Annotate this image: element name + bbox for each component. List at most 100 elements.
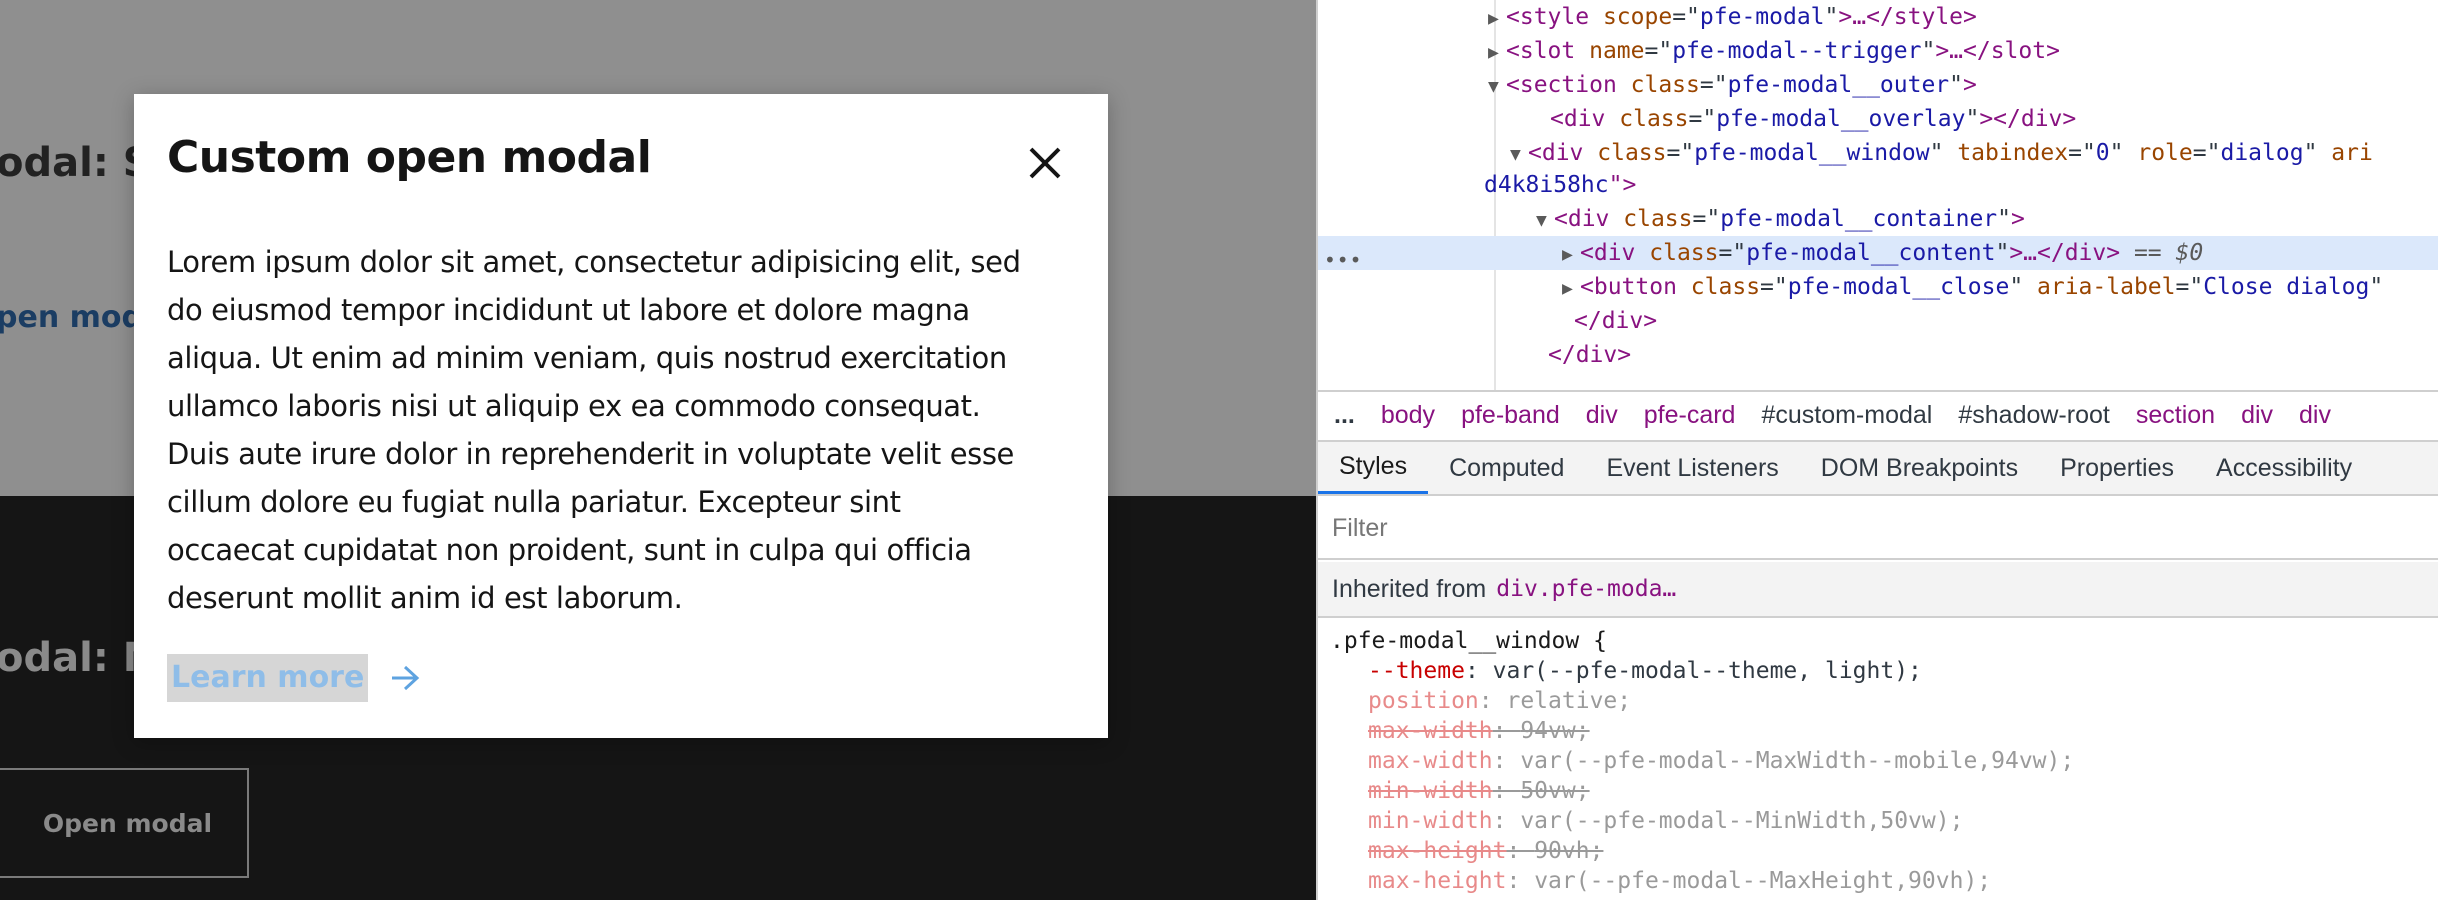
tab-event-listeners[interactable]: Event Listeners bbox=[1585, 442, 1799, 494]
tag-name: d4k8i58hc bbox=[1484, 172, 1609, 198]
css-declaration[interactable]: max-width: var(--pfe-modal--MaxWidth--mo… bbox=[1368, 746, 2074, 776]
open-modal-button[interactable]: Open modal bbox=[0, 768, 249, 878]
arrow-right-icon bbox=[392, 665, 420, 691]
attr-eq: =" bbox=[1666, 140, 1695, 166]
styles-panel-tabs: Styles Computed Event Listeners DOM Breakpo… bbox=[1318, 440, 2438, 496]
property-value[interactable]: 50vw; bbox=[1520, 778, 1589, 804]
property-name[interactable]: max-width bbox=[1368, 718, 1493, 744]
tree-node[interactable]: d4k8i58hc"> bbox=[1318, 168, 2438, 202]
devtools-panel: ▶ <style scope="pfe-modal">…</style> ▶ <slo… bbox=[1316, 0, 2438, 900]
property-name[interactable]: min-width bbox=[1368, 778, 1493, 804]
breadcrumb-item[interactable]: div bbox=[2228, 401, 2286, 430]
breadcrumb-item[interactable]: div bbox=[1573, 401, 1631, 430]
property-value[interactable]: var(--pfe-modal--theme, light); bbox=[1493, 658, 1922, 684]
property-name[interactable]: min-width bbox=[1368, 808, 1493, 834]
tree-node[interactable]: ▼ <section class="pfe-modal__outer"> bbox=[1318, 68, 2438, 102]
attr-eq: =" bbox=[1672, 4, 1700, 30]
tag-close: ></div> bbox=[1979, 106, 2077, 132]
tree-node[interactable]: ▶ <style scope="pfe-modal">…</style> bbox=[1318, 0, 2438, 34]
attr-quote: " bbox=[2009, 274, 2024, 300]
breadcrumb-item[interactable]: #custom-modal bbox=[1748, 401, 1945, 430]
tag-name: button bbox=[1593, 274, 1677, 300]
property-colon: : bbox=[1492, 748, 1521, 774]
tree-node[interactable]: ▼ <div class="pfe-modal__window" tabindex… bbox=[1318, 136, 2438, 170]
property-name[interactable]: max-height bbox=[1368, 838, 1506, 864]
tag-name: style bbox=[1519, 4, 1590, 30]
collapse-triangle-icon[interactable]: ▼ bbox=[1510, 138, 1528, 172]
expand-triangle-icon[interactable]: ▶ bbox=[1562, 272, 1580, 306]
tree-node[interactable]: ▼ <div class="pfe-modal__container"> bbox=[1318, 202, 2438, 236]
css-declaration[interactable]: max-height: var(--pfe-modal--MaxHeight,9… bbox=[1368, 866, 1991, 896]
learn-more-label[interactable]: Learn more bbox=[167, 654, 369, 702]
tree-node[interactable]: <div class="pfe-modal__overlay"></div> bbox=[1318, 102, 2438, 136]
attr-name: name bbox=[1575, 38, 1645, 64]
expand-triangle-icon[interactable]: ▶ bbox=[1488, 2, 1506, 36]
property-value[interactable]: 94vw; bbox=[1520, 718, 1589, 744]
breadcrumb-item[interactable]: body bbox=[1368, 401, 1448, 430]
css-declaration[interactable]: max-width: 94vw; bbox=[1368, 716, 1590, 746]
tree-node[interactable]: </div> bbox=[1318, 304, 2438, 338]
node-ref: == $0 bbox=[2120, 240, 2204, 266]
tab-computed[interactable]: Computed bbox=[1428, 442, 1585, 494]
property-name[interactable]: --theme bbox=[1368, 658, 1465, 684]
tag-close: ari bbox=[2317, 140, 2373, 166]
styles-filter-input[interactable] bbox=[1332, 513, 2332, 543]
rule-selector[interactable]: .pfe-modal__window { bbox=[1330, 626, 1607, 656]
tab-accessibility[interactable]: Accessibility bbox=[2195, 442, 2373, 494]
expand-triangle-icon[interactable]: ▶ bbox=[1562, 238, 1580, 272]
node-actions-dots[interactable]: ••• bbox=[1324, 248, 1362, 272]
property-value[interactable]: var(--pfe-modal--MinWidth,50vw); bbox=[1520, 808, 1963, 834]
breadcrumb-more[interactable]: ... bbox=[1334, 401, 1368, 430]
tab-dom-breakpoints[interactable]: DOM Breakpoints bbox=[1800, 442, 2039, 494]
property-value[interactable]: var(--pfe-modal--MaxWidth--mobile,94vw); bbox=[1520, 748, 2074, 774]
modal-close-button[interactable] bbox=[1018, 136, 1072, 190]
attr-name: aria-label bbox=[2023, 274, 2176, 300]
tag-bracket: < bbox=[1506, 72, 1520, 98]
css-declaration[interactable]: max-height: 90vh; bbox=[1368, 836, 1603, 866]
attr-value: pfe-modal__window bbox=[1694, 140, 1930, 166]
attr-value: pfe-modal__container bbox=[1720, 206, 1998, 232]
tag-bracket: < bbox=[1580, 240, 1594, 266]
attr-eq: =" bbox=[2175, 274, 2204, 300]
page-viewport: odal: S pen modal odal: N Open modal Cus… bbox=[0, 0, 1316, 900]
attr-value: pfe-modal__overlay bbox=[1716, 106, 1966, 132]
property-value[interactable]: relative; bbox=[1506, 688, 1631, 714]
breadcrumb-item[interactable]: #shadow-root bbox=[1945, 401, 2122, 430]
breadcrumb-item[interactable]: div bbox=[2286, 401, 2344, 430]
breadcrumb-item[interactable]: pfe-card bbox=[1631, 401, 1749, 430]
tag-name: section bbox=[1519, 72, 1617, 98]
css-declaration[interactable]: min-width: 50vw; bbox=[1368, 776, 1590, 806]
property-name[interactable]: position bbox=[1368, 688, 1479, 714]
background-heading: odal: S bbox=[0, 140, 152, 186]
property-colon: : bbox=[1478, 688, 1507, 714]
tree-node[interactable]: ▶ <slot name="pfe-modal--trigger">…</slot… bbox=[1318, 34, 2438, 68]
property-name[interactable]: max-width bbox=[1368, 748, 1493, 774]
tag-close: >…</slot> bbox=[1935, 38, 2060, 64]
property-value[interactable]: var(--pfe-modal--MaxHeight,90vh); bbox=[1534, 868, 1991, 894]
expand-triangle-icon[interactable]: ▶ bbox=[1488, 36, 1506, 70]
property-value[interactable]: 90vh; bbox=[1534, 838, 1603, 864]
css-declaration[interactable]: min-width: var(--pfe-modal--MinWidth,50v… bbox=[1368, 806, 1963, 836]
inherited-selector-link[interactable]: div.pfe-moda… bbox=[1496, 576, 1676, 602]
collapse-triangle-icon[interactable]: ▼ bbox=[1488, 70, 1506, 104]
css-declaration[interactable]: position: relative; bbox=[1368, 686, 1631, 716]
attr-quote: " bbox=[1824, 4, 1839, 30]
tree-node[interactable]: ▶ <button class="pfe-modal__close" aria-l… bbox=[1318, 270, 2438, 304]
css-declaration[interactable]: --theme: var(--pfe-modal--theme, light); bbox=[1368, 656, 1922, 686]
attr-quote: " bbox=[2369, 274, 2384, 300]
collapse-triangle-icon[interactable]: ▼ bbox=[1536, 204, 1554, 238]
tab-properties[interactable]: Properties bbox=[2039, 442, 2195, 494]
modal-title: Custom open modal bbox=[167, 132, 652, 183]
learn-more-link[interactable]: Learn more bbox=[167, 654, 420, 702]
attr-quote: " bbox=[2303, 140, 2318, 166]
breadcrumb-item[interactable]: section bbox=[2123, 401, 2228, 430]
css-rules: .pfe-modal__window { --theme: var(--pfe-… bbox=[1318, 618, 2438, 900]
breadcrumb-item[interactable]: pfe-band bbox=[1448, 401, 1573, 430]
modal-body-text: Lorem ipsum dolor sit amet, consectetur … bbox=[167, 245, 1021, 615]
attr-eq: =" bbox=[2192, 140, 2221, 166]
property-colon: : bbox=[1492, 778, 1521, 804]
tree-node[interactable]: </div> bbox=[1318, 338, 2438, 372]
tree-node[interactable]: ▶ <div class="pfe-modal__content">…</div>… bbox=[1318, 236, 2438, 270]
tab-styles[interactable]: Styles bbox=[1318, 442, 1429, 494]
property-name[interactable]: max-height bbox=[1368, 868, 1506, 894]
